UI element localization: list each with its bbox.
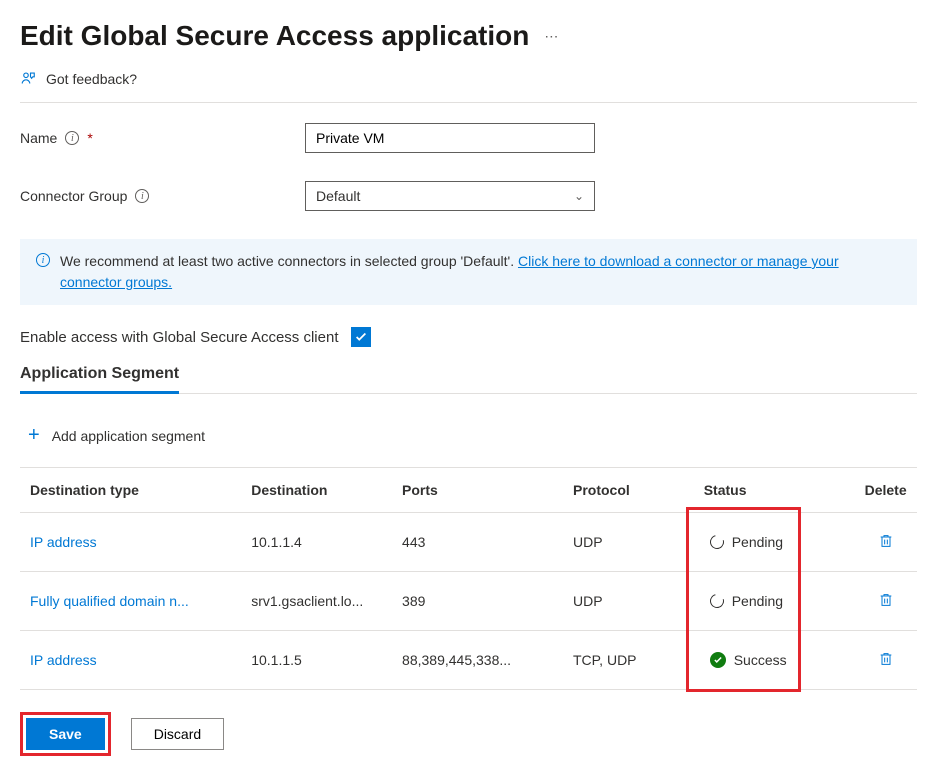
destination-type-link[interactable]: IP address	[30, 652, 231, 668]
delete-icon[interactable]	[878, 650, 894, 668]
ports-cell: 88,389,445,338...	[392, 631, 563, 690]
feedback-icon	[20, 70, 38, 88]
info-icon[interactable]: i	[135, 189, 149, 203]
col-header-destination: Destination	[241, 468, 392, 513]
pending-icon	[707, 532, 726, 551]
add-application-segment-button[interactable]: + Add application segment	[20, 424, 917, 447]
delete-icon[interactable]	[878, 591, 894, 609]
col-header-protocol: Protocol	[563, 468, 694, 513]
destination-cell: srv1.gsaclient.lo...	[241, 572, 392, 631]
destination-type-link[interactable]: IP address	[30, 534, 231, 550]
col-header-ports: Ports	[392, 468, 563, 513]
feedback-link[interactable]: Got feedback?	[20, 70, 917, 103]
more-options-icon[interactable]: ⋯	[544, 28, 558, 45]
destination-cell: 10.1.1.4	[241, 513, 392, 572]
col-header-status: Status	[694, 468, 855, 513]
status-cell: Success	[704, 649, 793, 671]
protocol-cell: TCP, UDP	[563, 631, 694, 690]
success-icon	[710, 652, 726, 668]
required-indicator: *	[87, 130, 92, 146]
ports-cell: 389	[392, 572, 563, 631]
protocol-cell: UDP	[563, 513, 694, 572]
save-highlight: Save	[20, 712, 111, 756]
page-title: Edit Global Secure Access application	[20, 20, 529, 52]
status-cell: Pending	[704, 590, 789, 612]
table-row: IP address 10.1.1.4443UDP Pending	[20, 513, 917, 572]
info-icon[interactable]: i	[65, 131, 79, 145]
protocol-cell: UDP	[563, 572, 694, 631]
delete-icon[interactable]	[878, 532, 894, 550]
destination-cell: 10.1.1.5	[241, 631, 392, 690]
segments-table: Destination type Destination Ports Proto…	[20, 467, 917, 690]
save-button[interactable]: Save	[26, 718, 105, 750]
status-text: Success	[734, 652, 787, 668]
feedback-label: Got feedback?	[46, 71, 137, 87]
enable-access-checkbox[interactable]	[351, 327, 371, 347]
table-row: IP address 10.1.1.588,389,445,338...TCP, …	[20, 631, 917, 690]
info-icon: i	[36, 253, 50, 267]
col-header-delete: Delete	[855, 468, 917, 513]
add-segment-label: Add application segment	[52, 428, 205, 444]
banner-text: We recommend at least two active connect…	[60, 253, 518, 269]
name-label: Name	[20, 130, 57, 146]
status-cell: Pending	[704, 531, 789, 553]
recommendation-banner: i We recommend at least two active conne…	[20, 239, 917, 305]
col-header-type: Destination type	[20, 468, 241, 513]
pending-icon	[707, 591, 726, 610]
name-input[interactable]	[305, 123, 595, 153]
discard-button[interactable]: Discard	[131, 718, 224, 750]
connector-group-value: Default	[316, 188, 360, 204]
application-segment-tab[interactable]: Application Segment	[20, 365, 179, 394]
enable-access-label: Enable access with Global Secure Access …	[20, 329, 339, 346]
status-text: Pending	[732, 534, 783, 550]
chevron-down-icon: ⌄	[574, 189, 584, 203]
table-row: Fully qualified domain n... srv1.gsaclien…	[20, 572, 917, 631]
destination-type-link[interactable]: Fully qualified domain n...	[30, 593, 231, 609]
ports-cell: 443	[392, 513, 563, 572]
connector-group-select[interactable]: Default ⌄	[305, 181, 595, 211]
connector-group-label: Connector Group	[20, 188, 127, 204]
status-text: Pending	[732, 593, 783, 609]
plus-icon: +	[28, 424, 40, 447]
